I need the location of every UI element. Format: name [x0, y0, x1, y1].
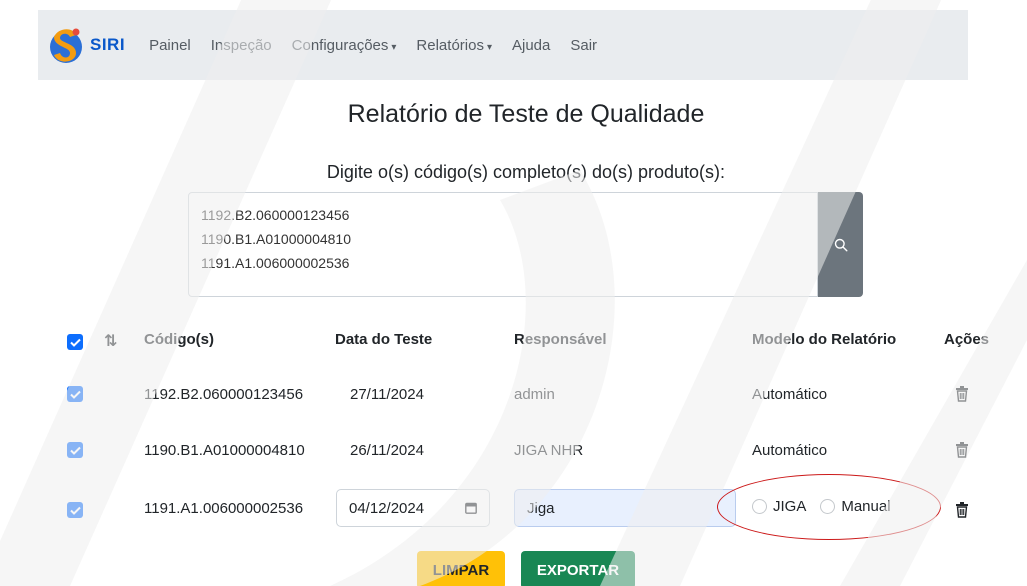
- navbar: SIRI Painel Inspeção Configurações ▾ Rela…: [38, 10, 968, 80]
- check-icon: [69, 446, 81, 455]
- page-subtitle: Digite o(s) código(s) completo(s) do(s) …: [326, 162, 726, 182]
- row-code: 1191.A1.006000002536: [144, 500, 304, 517]
- codes-search-group: [188, 192, 863, 297]
- header-date[interactable]: Data do Teste: [335, 331, 432, 348]
- export-button[interactable]: EXPORTAR: [521, 551, 635, 586]
- header-actions: Ações: [944, 331, 990, 348]
- siri-logo-icon: [50, 28, 82, 63]
- nav-inspecao-label: Inspeção: [210, 36, 272, 54]
- clear-button[interactable]: LIMPAR: [417, 551, 505, 586]
- check-icon: [69, 506, 81, 515]
- select-all-checkbox[interactable]: [67, 334, 83, 350]
- calendar-icon[interactable]: [465, 502, 477, 514]
- row-model: Automático: [752, 386, 828, 403]
- row-checkbox[interactable]: [67, 502, 83, 518]
- search-button[interactable]: [818, 192, 863, 297]
- page-title: Relatório de Teste de Qualidade: [347, 100, 705, 128]
- caret-down-icon: ▾: [486, 41, 492, 53]
- nav-inspecao[interactable]: Inspeção: [211, 37, 272, 54]
- header-code[interactable]: Código(s): [144, 331, 214, 348]
- trash-icon[interactable]: [955, 442, 969, 458]
- trash-icon[interactable]: [955, 386, 969, 402]
- nav-ajuda-label: Ajuda: [511, 36, 551, 54]
- responsible-value: Jiga: [527, 499, 555, 517]
- header-responsible[interactable]: Responsável: [514, 331, 607, 348]
- row-checkbox[interactable]: [67, 442, 83, 458]
- row-date: 27/11/2024: [350, 386, 424, 403]
- row-code: 1192.B2.060000123456: [144, 386, 304, 403]
- search-icon: [834, 238, 848, 252]
- row-model: Automático: [752, 442, 828, 459]
- sort-icon[interactable]: ⇅: [104, 331, 117, 351]
- trash-icon[interactable]: [955, 502, 969, 518]
- check-icon: [69, 390, 81, 399]
- test-date-input[interactable]: 04/12/2024: [336, 489, 490, 527]
- nav-relatorios-label: Relatórios: [416, 36, 484, 54]
- row-responsible: JIGA NHR: [514, 442, 584, 459]
- row-responsible: admin: [514, 386, 555, 403]
- nav-configuracoes-dropdown[interactable]: Configurações ▾: [292, 37, 397, 54]
- nav-ajuda[interactable]: Ajuda: [512, 37, 550, 54]
- annotation-ellipse: [717, 474, 941, 540]
- nav-painel-label: Painel: [149, 36, 191, 54]
- row-code: 1190.B1.A01000004810: [144, 442, 305, 459]
- brand[interactable]: SIRI: [44, 23, 125, 67]
- brand-name: SIRI: [90, 35, 126, 54]
- test-date-value: 04/12/2024: [349, 499, 425, 517]
- header-model[interactable]: Modelo do Relatório: [752, 331, 896, 348]
- nav-sair-label: Sair: [570, 36, 598, 54]
- codes-input[interactable]: [188, 192, 818, 297]
- row-checkbox[interactable]: [67, 386, 83, 402]
- nav-configuracoes-label: Configurações: [291, 36, 389, 54]
- nav-relatorios-dropdown[interactable]: Relatórios ▾: [416, 37, 492, 54]
- check-icon: [69, 338, 81, 347]
- nav-painel[interactable]: Painel: [149, 37, 191, 54]
- row-date: 26/11/2024: [350, 442, 424, 459]
- responsible-input[interactable]: Jiga: [514, 489, 736, 527]
- caret-down-icon: ▾: [391, 41, 397, 53]
- nav-sair[interactable]: Sair: [570, 37, 597, 54]
